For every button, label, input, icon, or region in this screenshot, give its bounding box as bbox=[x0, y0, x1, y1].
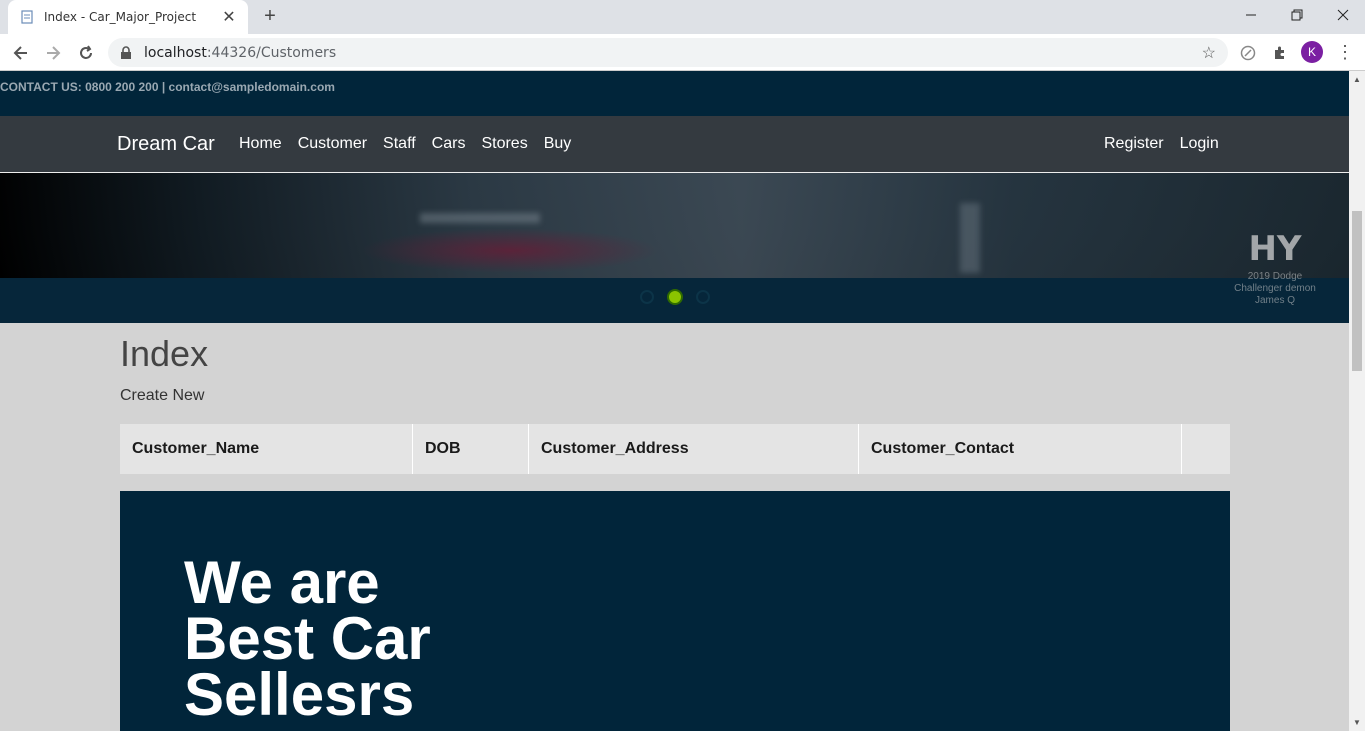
lock-icon bbox=[120, 45, 134, 60]
browser-menu-icon[interactable]: ⋮ bbox=[1336, 41, 1354, 63]
brand-link[interactable]: Dream Car bbox=[117, 133, 215, 156]
carousel-image bbox=[0, 173, 1349, 278]
column-header-customer-address: Customer_Address bbox=[529, 424, 859, 474]
promo-heading-line: We are bbox=[184, 549, 380, 616]
photo-watermark: HY 2019 Dodge Challenger demon James Q bbox=[1225, 227, 1325, 307]
page-viewport: CONTACT US: 0800 200 200 | contact@sampl… bbox=[0, 71, 1349, 731]
page-icon bbox=[20, 9, 34, 25]
column-header-dob: DOB bbox=[413, 424, 529, 474]
watermark-line: 2019 Dodge bbox=[1247, 271, 1303, 282]
watermark-line: James Q bbox=[1254, 295, 1295, 306]
carousel-indicator-3[interactable] bbox=[696, 290, 710, 304]
scroll-down-icon[interactable]: ▼ bbox=[1353, 718, 1361, 727]
back-icon[interactable] bbox=[10, 42, 32, 64]
close-window-icon[interactable] bbox=[1320, 0, 1365, 30]
reload-icon[interactable] bbox=[75, 42, 97, 64]
url-path: :44326/Customers bbox=[206, 44, 337, 61]
contact-text: CONTACT US: 0800 200 200 | contact@sampl… bbox=[0, 80, 335, 94]
column-header-actions bbox=[1182, 424, 1230, 474]
carousel-light-reflection-2 bbox=[960, 203, 980, 273]
customers-table-header: Customer_Name DOB Customer_Address Custo… bbox=[120, 424, 1230, 474]
nav-login[interactable]: Login bbox=[1180, 135, 1219, 153]
forward-icon[interactable] bbox=[42, 42, 64, 64]
auth-links: Register Login bbox=[1104, 135, 1219, 153]
nav-cars[interactable]: Cars bbox=[432, 135, 466, 153]
hero-carousel: HY 2019 Dodge Challenger demon James Q bbox=[0, 173, 1349, 323]
create-new-link[interactable]: Create New bbox=[120, 387, 204, 405]
page-scrollbar[interactable]: ▲ ▼ bbox=[1349, 71, 1365, 731]
promo-heading: We are Best Car Sellesrs bbox=[184, 549, 431, 728]
restore-icon[interactable] bbox=[1274, 0, 1320, 30]
nav-customer[interactable]: Customer bbox=[298, 135, 367, 153]
nav-links: Home Customer Staff Cars Stores Buy bbox=[239, 135, 571, 153]
contact-bar: CONTACT US: 0800 200 200 | contact@sampl… bbox=[0, 71, 1349, 116]
extensions-puzzle-icon[interactable] bbox=[1269, 42, 1291, 64]
bookmark-star-icon[interactable]: ☆ bbox=[1202, 43, 1216, 63]
promo-section: We are Best Car Sellesrs bbox=[120, 491, 1230, 731]
close-tab-icon[interactable]: ✕ bbox=[220, 7, 238, 27]
promo-heading-line: Best Car bbox=[184, 605, 431, 672]
new-tab-icon[interactable]: + bbox=[260, 6, 280, 26]
carousel-indicator-1[interactable] bbox=[640, 290, 654, 304]
nav-buy[interactable]: Buy bbox=[544, 135, 572, 153]
address-bar[interactable]: localhost:44326/Customers ☆ bbox=[108, 38, 1228, 67]
tab-title: Index - Car_Major_Project bbox=[44, 10, 197, 24]
carousel-light-reflection bbox=[420, 213, 540, 223]
nav-home[interactable]: Home bbox=[239, 135, 282, 153]
browser-toolbar: localhost:44326/Customers ☆ bbox=[0, 34, 1365, 71]
page-title: Index bbox=[120, 333, 209, 374]
watermark-logo: HY bbox=[1248, 229, 1302, 269]
nav-stores[interactable]: Stores bbox=[481, 135, 527, 153]
extension-compass-icon[interactable] bbox=[1237, 42, 1259, 64]
minimize-icon[interactable] bbox=[1228, 0, 1274, 30]
watermark-line: Challenger demon bbox=[1234, 283, 1316, 294]
browser-tab[interactable]: Index - Car_Major_Project ✕ bbox=[8, 0, 248, 34]
column-header-customer-name: Customer_Name bbox=[120, 424, 413, 474]
scroll-up-icon[interactable]: ▲ bbox=[1353, 75, 1361, 84]
browser-tab-strip: Index - Car_Major_Project ✕ + bbox=[0, 0, 1365, 34]
promo-heading-line: Sellesrs bbox=[184, 661, 415, 728]
scrollbar-thumb[interactable] bbox=[1352, 211, 1362, 371]
profile-avatar[interactable]: K bbox=[1301, 41, 1323, 63]
carousel-indicator-2[interactable] bbox=[667, 289, 683, 305]
url-text: localhost:44326/Customers bbox=[144, 45, 336, 61]
url-host: localhost bbox=[144, 44, 207, 61]
nav-register[interactable]: Register bbox=[1104, 135, 1164, 153]
site-navbar: Dream Car Home Customer Staff Cars Store… bbox=[0, 116, 1349, 173]
column-header-customer-contact: Customer_Contact bbox=[859, 424, 1182, 474]
nav-staff[interactable]: Staff bbox=[383, 135, 416, 153]
carousel-glow bbox=[360, 228, 660, 273]
